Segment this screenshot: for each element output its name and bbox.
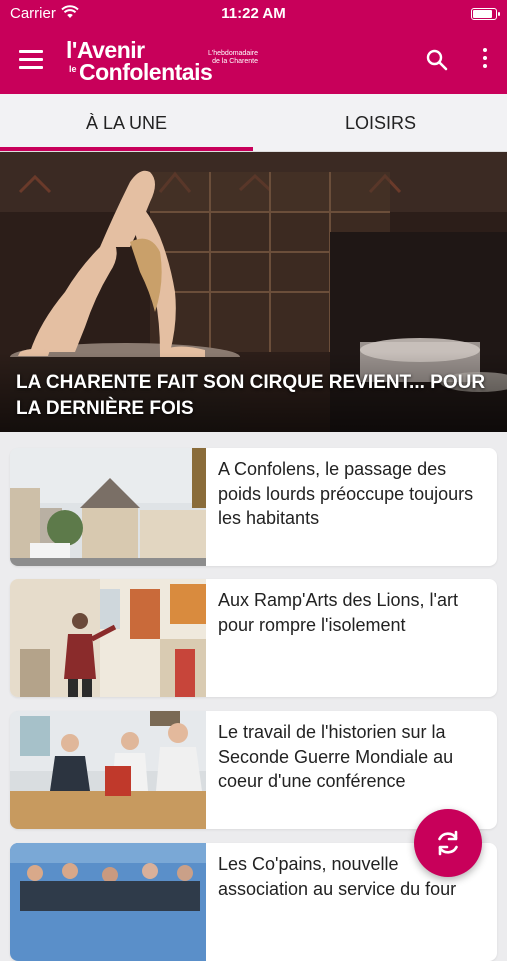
article-card[interactable]: A Confolens, le passage des poids lourds… <box>10 448 497 566</box>
refresh-icon <box>438 830 458 856</box>
article-thumbnail <box>10 843 206 961</box>
article-title: Le travail de l'historien sur la Seconde… <box>218 722 454 791</box>
search-icon[interactable] <box>426 49 448 71</box>
status-bar: Carrier 11:22 AM <box>0 0 507 27</box>
article-card[interactable]: Aux Ramp'Arts des Lions, l'art pour romp… <box>10 579 497 697</box>
app-bar: l'Avenir le Confolentais L'hebdomadaire … <box>0 27 507 94</box>
hamburger-menu-icon[interactable] <box>19 50 43 70</box>
logo-le: le <box>69 64 77 74</box>
hero-article[interactable]: LA CHARENTE FAIT SON CIRQUE REVIENT... P… <box>0 152 507 432</box>
article-thumbnail <box>10 711 206 829</box>
article-thumbnail <box>10 448 206 566</box>
hero-title: LA CHARENTE FAIT SON CIRQUE REVIENT... P… <box>16 372 486 419</box>
battery-icon <box>471 8 500 20</box>
logo-tagline: L'hebdomadaire de la Charente <box>208 50 258 65</box>
tab-indicator <box>0 147 253 151</box>
article-title: A Confolens, le passage des poids lourds… <box>218 459 474 528</box>
article-card[interactable]: Le travail de l'historien sur la Seconde… <box>10 711 497 829</box>
tab-label: À LA UNE <box>85 113 168 133</box>
tab-loisirs[interactable]: LOISIRS <box>254 94 507 151</box>
clock: 11:22 AM <box>221 5 286 22</box>
article-thumbnail <box>10 579 206 697</box>
logo-line2: Confolentais <box>79 59 213 85</box>
tab-label: LOISIRS <box>344 113 417 133</box>
article-title: Aux Ramp'Arts des Lions, l'art pour romp… <box>218 590 458 635</box>
more-vertical-icon[interactable] <box>480 48 490 72</box>
tab-a-la-une[interactable]: À LA UNE <box>0 94 253 151</box>
tab-bar: À LA UNE LOISIRS <box>0 94 507 152</box>
refresh-button[interactable] <box>414 809 482 877</box>
app-logo: l'Avenir le Confolentais L'hebdomadaire … <box>66 37 266 87</box>
